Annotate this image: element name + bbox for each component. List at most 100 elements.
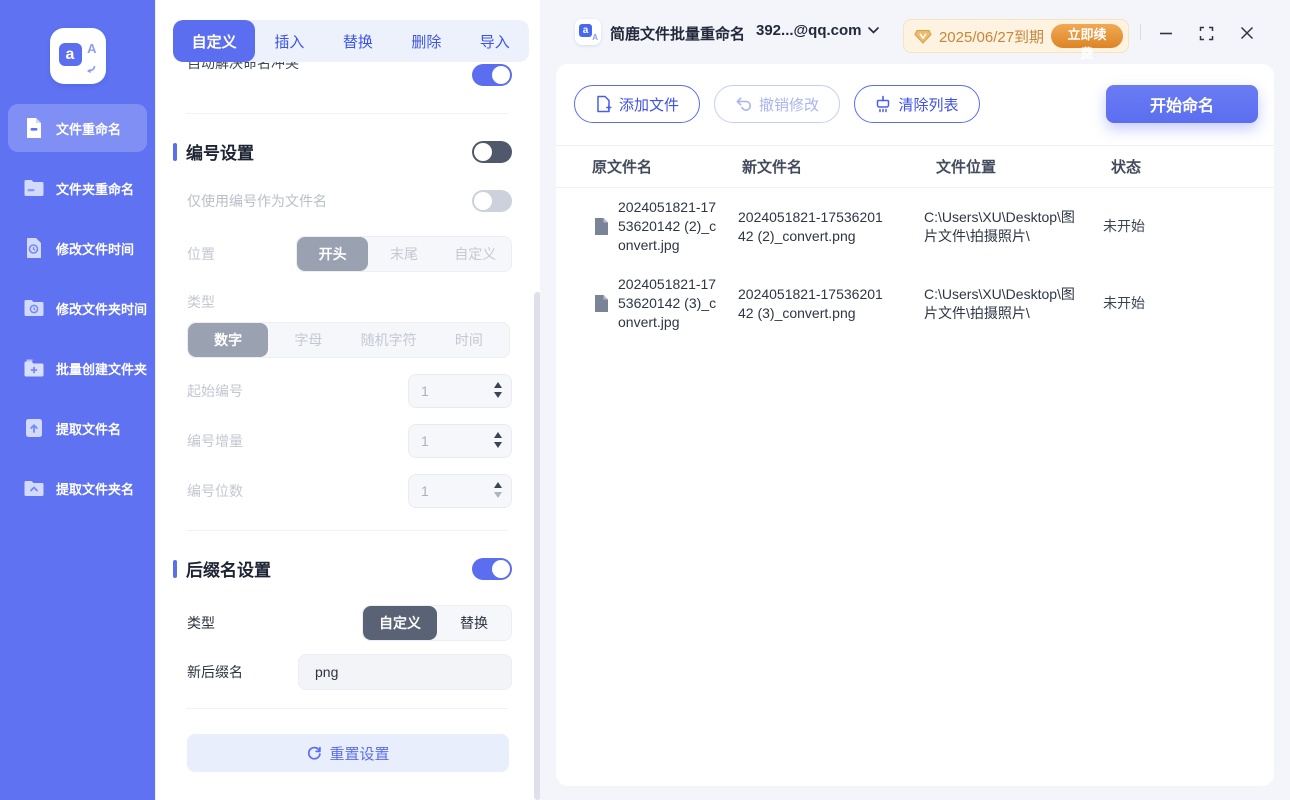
stepper-up-icon[interactable] xyxy=(494,382,502,388)
divider xyxy=(186,113,508,114)
sidebar-item-extract-filename[interactable]: 提取文件名 xyxy=(8,404,147,452)
reset-settings-button[interactable]: 重置设置 xyxy=(187,734,509,772)
file-list-card: 添加文件 撤销修改 清除列表 开始命名 原文件名 新文件名 文件位置 状态 20… xyxy=(556,64,1274,786)
sidebar-item-extract-foldername[interactable]: 提取文件夹名 xyxy=(8,464,147,512)
license-badge[interactable]: 2025/06/27到期 立即续费 xyxy=(903,19,1129,61)
undo-button[interactable]: 撤销修改 xyxy=(714,85,840,123)
sidebar-item-label: 修改文件时间 xyxy=(56,241,135,257)
type-option-time[interactable]: 时间 xyxy=(429,323,509,357)
only-number-toggle[interactable] xyxy=(472,190,512,212)
suffix-toggle[interactable] xyxy=(472,557,512,580)
position-option-custom[interactable]: 自定义 xyxy=(440,237,511,271)
divider xyxy=(186,530,508,531)
file-icon xyxy=(594,217,612,236)
undo-label: 撤销修改 xyxy=(758,96,819,114)
header-status: 状态 xyxy=(1111,159,1142,176)
new-filename: 2024051821-1753620142 (3)_convert.png xyxy=(738,285,883,321)
type-option-letter[interactable]: 字母 xyxy=(268,323,348,357)
increment-stepper xyxy=(408,424,512,458)
type-option-number[interactable]: 数字 xyxy=(188,323,269,357)
suffix-title: 后缀名设置 xyxy=(186,561,271,580)
sidebar: a A 文件重命名 文件夹重命名 修改文件时间 修改文件夹时间 批量创建文件夹 … xyxy=(0,0,155,800)
section-accent-bar xyxy=(173,559,177,578)
sidebar-item-batch-create-folder[interactable]: 批量创建文件夹 xyxy=(8,344,147,392)
renew-button[interactable]: 立即续费 xyxy=(1051,24,1123,61)
titlebar-app-icon: aA xyxy=(575,19,601,45)
close-icon xyxy=(1240,26,1254,40)
tab-insert[interactable]: 插入 xyxy=(255,20,323,62)
sidebar-menu: 文件重命名 文件夹重命名 修改文件时间 修改文件夹时间 批量创建文件夹 提取文件… xyxy=(0,104,155,512)
close-button[interactable] xyxy=(1238,26,1256,40)
divider xyxy=(186,708,508,709)
number-type-segment: 数字 字母 随机字符 时间 xyxy=(187,322,510,358)
stepper-down-icon[interactable] xyxy=(494,392,502,398)
new-filename: 2024051821-1753620142 (2)_convert.png xyxy=(738,208,883,244)
settings-tabs: 自定义 插入 替换 删除 导入 xyxy=(173,20,529,62)
table-row[interactable]: 2024051821-1753620142 (2)_convert.jpg 20… xyxy=(556,188,1274,265)
original-filename: 2024051821-1753620142 (2)_convert.jpg xyxy=(618,199,717,253)
suffix-option-custom[interactable]: 自定义 xyxy=(363,606,437,640)
numbering-toggle[interactable] xyxy=(472,140,512,163)
digits-row: 编号位数 xyxy=(173,474,528,508)
conflict-row: 自动解决命名冲突 xyxy=(173,62,528,86)
start-rename-button[interactable]: 开始命名 xyxy=(1106,85,1258,123)
digits-stepper xyxy=(408,474,512,508)
table-row[interactable]: 2024051821-1753620142 (3)_convert.jpg 20… xyxy=(556,265,1274,342)
sidebar-item-folder-rename[interactable]: 文件夹重命名 xyxy=(8,164,147,212)
new-suffix-label: 新后缀名 xyxy=(187,664,243,680)
suffix-option-replace[interactable]: 替换 xyxy=(437,606,511,640)
folder-rename-icon xyxy=(21,175,47,201)
suffix-section-header: 后缀名设置 xyxy=(173,556,528,581)
sidebar-item-label: 批量创建文件夹 xyxy=(56,361,148,377)
stepper-up-icon[interactable] xyxy=(494,432,502,438)
sidebar-item-file-rename[interactable]: 文件重命名 xyxy=(8,104,147,152)
type-option-random[interactable]: 随机字符 xyxy=(349,323,429,357)
conflict-toggle[interactable] xyxy=(472,64,512,86)
clear-broom-icon xyxy=(877,95,890,113)
sidebar-item-folder-time[interactable]: 修改文件夹时间 xyxy=(8,284,147,332)
header-location: 文件位置 xyxy=(936,159,997,176)
account-menu[interactable]: 392...@qq.com xyxy=(756,22,879,39)
file-location: C:\Users\XU\Desktop\图片文件\拍摄照片\ xyxy=(924,208,1075,244)
sidebar-item-label: 文件重命名 xyxy=(56,121,122,137)
add-files-label: 添加文件 xyxy=(618,96,679,114)
file-icon xyxy=(594,294,612,313)
add-files-button[interactable]: 添加文件 xyxy=(574,85,700,123)
position-option-start[interactable]: 开头 xyxy=(297,237,369,271)
stepper-down-icon[interactable] xyxy=(494,492,502,498)
position-segment: 开头 末尾 自定义 xyxy=(296,236,512,272)
minimize-button[interactable] xyxy=(1157,26,1175,40)
stepper-down-icon[interactable] xyxy=(494,442,502,448)
numbering-section-header: 编号设置 xyxy=(173,139,528,164)
maximize-button[interactable] xyxy=(1197,26,1215,40)
logo-arrow-icon xyxy=(86,65,95,74)
file-clock-icon xyxy=(21,235,47,261)
tab-delete[interactable]: 删除 xyxy=(392,20,460,62)
suffix-type-label: 类型 xyxy=(187,615,215,631)
toolbar: 添加文件 撤销修改 清除列表 开始命名 xyxy=(556,64,1274,123)
stepper-up-icon[interactable] xyxy=(494,482,502,488)
new-suffix-row: 新后缀名 xyxy=(173,654,528,690)
new-suffix-input[interactable] xyxy=(298,654,512,690)
header-new-name: 新文件名 xyxy=(742,159,803,176)
clear-list-button[interactable]: 清除列表 xyxy=(854,85,980,123)
conflict-label: 自动解决命名冲突 xyxy=(187,62,299,71)
suffix-type-row: 类型 自定义 替换 xyxy=(173,605,528,641)
sidebar-item-label: 提取文件名 xyxy=(56,421,122,437)
file-rename-icon xyxy=(21,115,47,141)
status-label: 未开始 xyxy=(1103,295,1145,311)
status-label: 未开始 xyxy=(1103,218,1145,234)
tab-import[interactable]: 导入 xyxy=(461,20,529,62)
settings-scroll-area: 自动解决命名冲突 编号设置 仅使用编号作为文件名 位置 开头 末尾 自定义 类型… xyxy=(173,62,528,800)
sidebar-item-file-time[interactable]: 修改文件时间 xyxy=(8,224,147,272)
position-option-end[interactable]: 末尾 xyxy=(368,237,439,271)
tab-replace[interactable]: 替换 xyxy=(324,20,392,62)
header-original-name: 原文件名 xyxy=(592,159,653,176)
increment-label: 编号增量 xyxy=(187,433,243,449)
app-title: 简鹿文件批量重命名 xyxy=(610,26,746,43)
chevron-down-icon xyxy=(867,27,879,34)
tab-custom[interactable]: 自定义 xyxy=(173,20,256,62)
sidebar-item-label: 提取文件夹名 xyxy=(56,481,135,497)
app-logo: a A xyxy=(49,28,106,84)
sidebar-item-label: 修改文件夹时间 xyxy=(56,301,148,317)
